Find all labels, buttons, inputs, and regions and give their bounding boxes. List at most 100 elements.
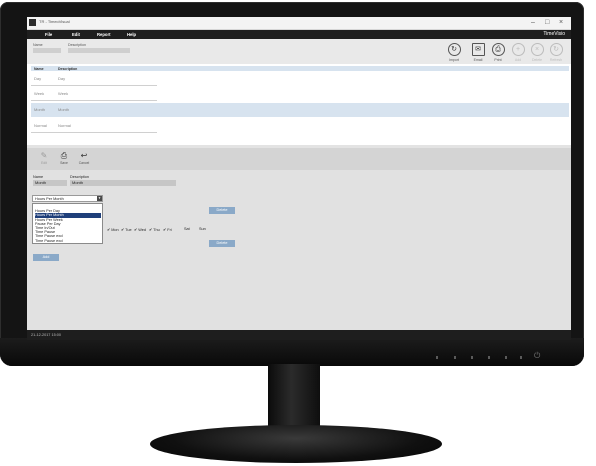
day-checkbox-sat[interactable]: Sat — [184, 227, 190, 231]
power-icon: ⏻ — [534, 351, 541, 360]
detail-panel: Name Month Description Month Hours Per M… — [27, 170, 571, 330]
app-screen: TR - TimeoVisual – □ × File Edit Report … — [27, 17, 571, 340]
results-grid: Name Description Day Day Week Week Month… — [27, 64, 571, 145]
mail-icon: ✉ — [471, 43, 485, 56]
day-checkbox-sun[interactable]: Sun — [199, 227, 206, 231]
row-divider — [31, 85, 157, 86]
detail-toolbar: ✎ Edit ⎙ Save ↩ Cancel — [27, 148, 571, 170]
rule-type-select[interactable]: Hours Per Month ▼ — [32, 195, 103, 202]
add-icon: + — [511, 43, 525, 56]
description-label: Description — [70, 175, 89, 179]
row-name: Month — [34, 107, 46, 112]
day-checkbox-tue[interactable]: ✔ Tue — [121, 227, 132, 232]
column-header-name[interactable]: Name — [34, 67, 44, 71]
minimize-icon[interactable]: – — [531, 18, 535, 27]
day-checkbox-fri[interactable]: ✔ Fri — [163, 227, 172, 232]
monitor-button — [505, 356, 507, 359]
name-field[interactable]: Month — [33, 180, 67, 186]
row-description: Month — [58, 107, 70, 112]
email-button[interactable]: ✉ Email — [467, 43, 489, 63]
menu-file[interactable]: File — [45, 32, 52, 37]
reload-icon: ↻ — [549, 43, 563, 56]
description-filter-input[interactable] — [68, 48, 130, 53]
name-filter-input[interactable] — [33, 48, 61, 53]
edit-icon: ✎ — [40, 151, 48, 160]
name-filter-label: Name — [33, 43, 43, 47]
refresh-button[interactable]: ↻ Refresh — [545, 43, 567, 63]
menu-bar: File Edit Report Help TimeVisio — [27, 30, 571, 39]
edit-button[interactable]: ✎ Edit — [35, 151, 53, 165]
import-label: Import — [449, 58, 459, 62]
monitor-button — [454, 356, 456, 359]
print-button[interactable]: ⎙ Print — [487, 43, 509, 63]
monitor-button — [436, 356, 438, 359]
day-label: Sat — [184, 227, 190, 231]
row-description: Week — [58, 91, 69, 96]
dropdown-option[interactable]: Time Pause excl — [35, 239, 101, 243]
title-bar: TR - TimeoVisual – □ × — [27, 17, 571, 30]
row-divider — [31, 100, 157, 101]
table-row[interactable]: Normal Normal — [31, 120, 569, 134]
monitor-button — [520, 356, 522, 359]
day-label: Mon — [111, 228, 119, 232]
monitor-chin — [0, 338, 584, 366]
description-filter-label: Description — [68, 43, 86, 47]
monitor-button — [471, 356, 473, 359]
row-description: Day — [58, 76, 66, 81]
save-button[interactable]: ⎙ Save — [55, 151, 73, 165]
day-label: Wed — [138, 228, 146, 232]
day-checkbox-wed[interactable]: ✔ Wed — [134, 227, 146, 232]
brand-label: TimeVisio — [543, 31, 565, 37]
row-name: Normal — [34, 123, 47, 128]
close-icon[interactable]: × — [559, 18, 563, 27]
day-checkbox-thu[interactable]: ✔ Thu — [149, 227, 160, 232]
menu-edit[interactable]: Edit — [72, 32, 80, 37]
undo-icon: ↩ — [80, 151, 88, 160]
cancel-label: Cancel — [78, 161, 90, 165]
row-name: Week — [34, 91, 45, 96]
menu-report[interactable]: Report — [97, 32, 111, 37]
status-bar: 21-12-2017 15:00 — [27, 330, 571, 340]
delete-icon: × — [530, 43, 544, 56]
add-rule-button[interactable]: Add — [33, 254, 59, 261]
refresh-label: Refresh — [549, 58, 563, 62]
day-checkbox-mon[interactable]: ✔ Mon — [107, 227, 119, 232]
day-label: Sun — [199, 227, 206, 231]
rule-type-dropdown: Hours Per Day Hours Per Month Hours Per … — [32, 203, 103, 244]
delete-rule-button[interactable]: Delete — [209, 240, 235, 247]
email-label: Email — [473, 58, 483, 62]
save-label: Save — [60, 161, 68, 165]
name-label: Name — [33, 175, 44, 179]
printer-icon: ⎙ — [60, 151, 68, 160]
rule-type-value: Hours Per Month — [35, 196, 64, 201]
grid-header: Name Description — [31, 66, 569, 71]
monitor-stand-neck — [268, 364, 320, 434]
day-label: Fri — [167, 228, 172, 232]
table-row-selected[interactable]: Month Month — [31, 103, 569, 117]
day-label: Tue — [125, 228, 132, 232]
window-title: TR - TimeoVisual — [39, 19, 70, 24]
import-button[interactable]: ↻ Import — [443, 43, 465, 63]
column-header-description[interactable]: Description — [58, 67, 77, 71]
filter-bar: Name Description ↻ Import ✉ Email ⎙ Prin… — [27, 39, 571, 64]
description-field[interactable]: Month — [70, 180, 176, 186]
monitor-stand-base — [150, 425, 442, 463]
refresh-icon: ↻ — [447, 43, 461, 56]
chevron-down-icon[interactable]: ▼ — [97, 196, 102, 201]
row-description: Normal — [58, 123, 71, 128]
cancel-button[interactable]: ↩ Cancel — [75, 151, 93, 165]
day-label: Thu — [153, 228, 160, 232]
maximize-icon[interactable]: □ — [545, 18, 549, 27]
edit-label: Edit — [41, 161, 47, 165]
row-divider — [31, 132, 157, 133]
table-row[interactable]: Week Week — [31, 88, 569, 102]
print-label: Print — [494, 58, 502, 62]
delete-rule-button[interactable]: Delete — [209, 207, 235, 214]
menu-help[interactable]: Help — [127, 32, 136, 37]
table-row[interactable]: Day Day — [31, 73, 569, 87]
status-timestamp: 21-12-2017 15:00 — [31, 332, 61, 337]
monitor-button — [488, 356, 490, 359]
row-name: Day — [34, 76, 42, 81]
printer-icon: ⎙ — [491, 43, 505, 56]
app-logo-icon — [29, 19, 36, 26]
